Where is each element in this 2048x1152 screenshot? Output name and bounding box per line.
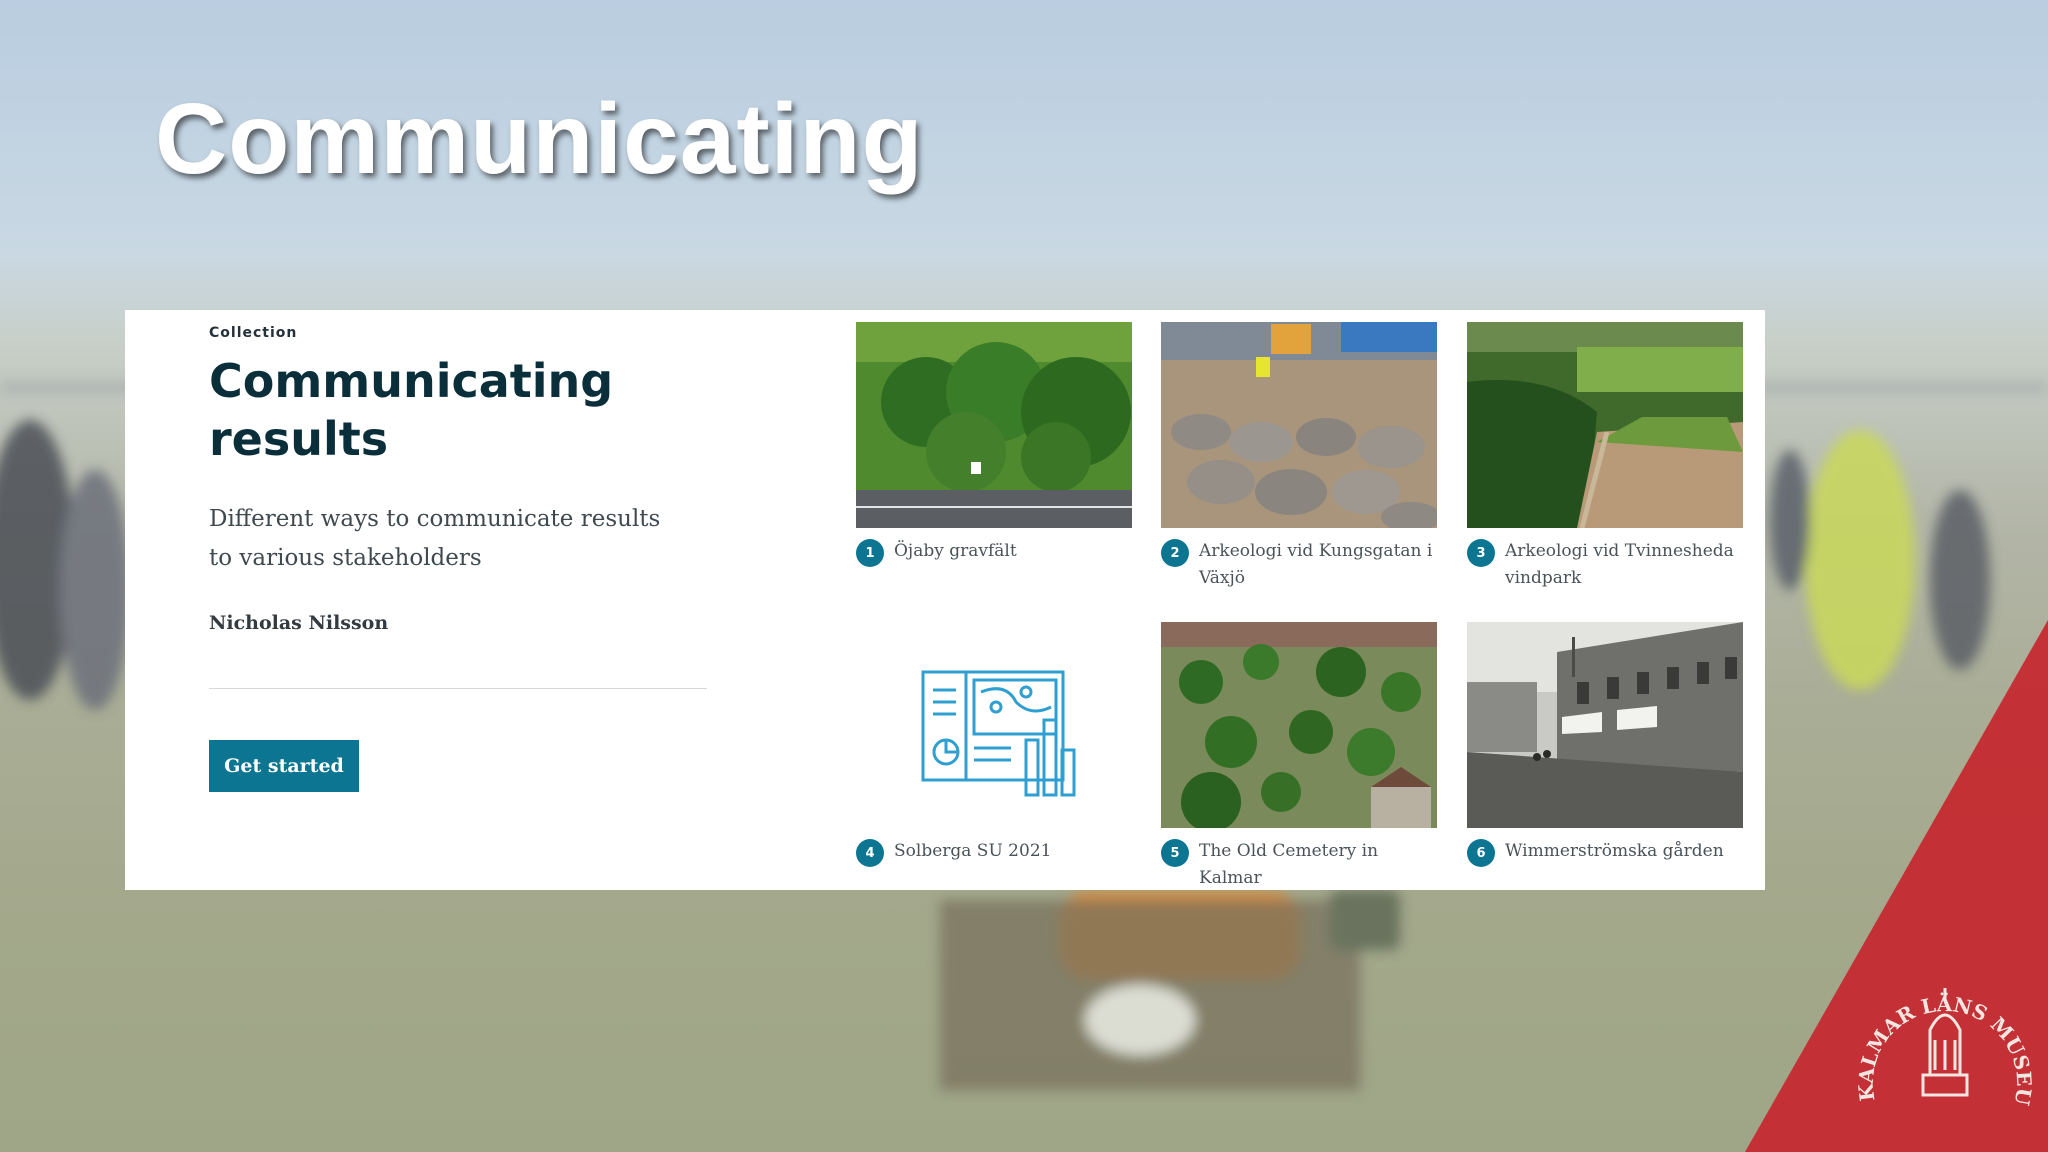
historic-street-image[interactable] <box>1467 622 1743 828</box>
slide-title: Communicating <box>155 83 924 195</box>
collection-eyebrow: Collection <box>209 325 298 341</box>
item-number-badge: 5 <box>1161 839 1189 867</box>
item-number-badge: 2 <box>1161 539 1189 567</box>
item-title[interactable]: The Old Cemetery in Kalmar <box>1199 838 1435 892</box>
divider <box>209 688 707 689</box>
forest-clearing-aerial-image[interactable] <box>1467 322 1743 528</box>
collection-author: Nicholas Nilsson <box>209 612 389 634</box>
item-title[interactable]: Arkeologi vid Tvinnesheda vindpark <box>1505 538 1741 592</box>
collection-item-1[interactable]: 1 Öjaby gravfält <box>856 322 1132 567</box>
collection-item-3[interactable]: 3 Arkeologi vid Tvinnesheda vindpark <box>1467 322 1743 592</box>
item-title[interactable]: Arkeologi vid Kungsgatan i Växjö <box>1199 538 1435 592</box>
collection-description: Different ways to communicate results to… <box>209 506 661 571</box>
cobblestone-excavation-image[interactable] <box>1161 322 1437 528</box>
item-number-badge: 4 <box>856 839 884 867</box>
get-started-button[interactable]: Get started <box>209 740 359 792</box>
item-title[interactable]: Wimmerströmska gården <box>1505 838 1741 865</box>
map-chart-icon[interactable] <box>856 622 1132 828</box>
aerial-forest-road-image[interactable] <box>856 322 1132 528</box>
item-number-badge: 6 <box>1467 839 1495 867</box>
item-title[interactable]: Öjaby gravfält <box>894 538 1130 565</box>
collection-item-2[interactable]: 2 Arkeologi vid Kungsgatan i Växjö <box>1161 322 1437 592</box>
item-number-badge: 3 <box>1467 539 1495 567</box>
collection-item-6[interactable]: 6 Wimmerströmska gården <box>1467 622 1743 867</box>
collection-item-5[interactable]: 5 The Old Cemetery in Kalmar <box>1161 622 1437 892</box>
collection-card: Collection Communicating results Differe… <box>125 310 1765 890</box>
cemetery-aerial-image[interactable] <box>1161 622 1437 828</box>
item-title[interactable]: Solberga SU 2021 <box>894 838 1130 865</box>
item-number-badge: 1 <box>856 539 884 567</box>
collection-item-4[interactable]: 4 Solberga SU 2021 <box>856 622 1132 867</box>
museum-logo: KALMAR LÄNS MUSEUM <box>1745 620 2048 1152</box>
collection-title: Communicating results <box>209 354 614 466</box>
